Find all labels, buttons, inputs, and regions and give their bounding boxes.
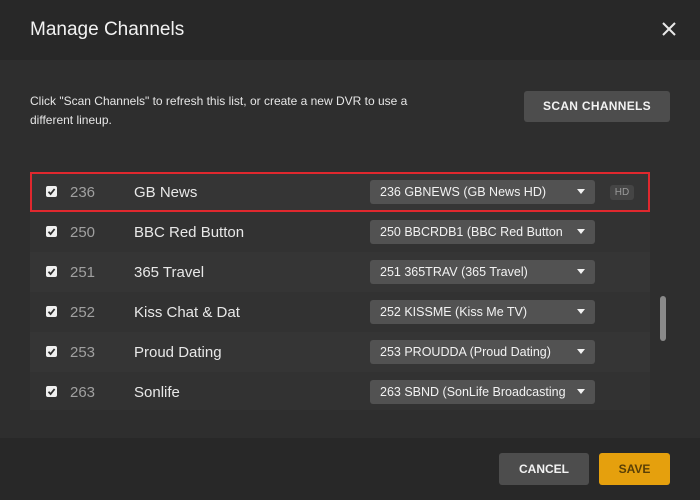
- chevron-down-icon: [577, 189, 585, 194]
- channel-row: 252 Kiss Chat & Dat 252 KISSME (Kiss Me TV…: [30, 292, 650, 332]
- channel-number: 253: [70, 344, 96, 361]
- channel-checkbox[interactable]: [46, 386, 57, 397]
- intro-text: Click "Scan Channels" to refresh this li…: [30, 94, 408, 127]
- channel-checkbox[interactable]: [46, 186, 57, 197]
- channel-checkbox[interactable]: [46, 306, 57, 317]
- cancel-button[interactable]: CANCEL: [499, 453, 589, 485]
- lineup-select[interactable]: 253 PROUDDA (Proud Dating): [370, 340, 595, 364]
- scan-channels-button[interactable]: SCAN CHANNELS: [524, 91, 670, 122]
- chevron-down-icon: [577, 229, 585, 234]
- lineup-select[interactable]: 251 365TRAV (365 Travel): [370, 260, 595, 284]
- lineup-select-value: 252 KISSME (Kiss Me TV): [380, 305, 528, 319]
- chevron-down-icon: [577, 269, 585, 274]
- channel-row: 250 BBC Red Button 250 BBCRDB1 (BBC Red Bu…: [30, 212, 650, 252]
- channel-row: 251 365 Travel 251 365TRAV (365 Travel): [30, 252, 650, 292]
- hd-badge: HD: [610, 185, 634, 200]
- lineup-select-value: 263 SBND (SonLife Broadcasting: [380, 385, 566, 399]
- channel-name: Sonlife: [134, 384, 180, 401]
- channel-number: 251: [70, 264, 96, 281]
- chevron-down-icon: [577, 309, 585, 314]
- dialog-title: Manage Channels: [30, 19, 185, 40]
- close-button[interactable]: [656, 16, 682, 42]
- channel-number: 263: [70, 384, 96, 401]
- checkbox-checked-icon: [47, 268, 56, 276]
- checkbox-checked-icon: [47, 388, 56, 396]
- manage-channels-dialog: Manage Channels Click "Scan Channels" to…: [0, 0, 700, 500]
- channel-name: Proud Dating: [134, 344, 222, 361]
- channel-name: Kiss Chat & Dat: [134, 304, 240, 321]
- lineup-select[interactable]: 236 GBNEWS (GB News HD): [370, 180, 595, 204]
- save-button[interactable]: SAVE: [599, 453, 670, 485]
- channel-row: 236 GB News 236 GBNEWS (GB News HD) HD: [30, 172, 650, 212]
- lineup-select[interactable]: 252 KISSME (Kiss Me TV): [370, 300, 595, 324]
- channel-number: 236: [70, 184, 96, 201]
- checkbox-checked-icon: [47, 348, 56, 356]
- channel-number: 250: [70, 224, 96, 241]
- lineup-select-value: 253 PROUDDA (Proud Dating): [380, 345, 551, 359]
- dialog-footer: CANCEL SAVE: [0, 438, 700, 500]
- lineup-select-value: 251 365TRAV (365 Travel): [380, 265, 528, 279]
- lineup-select[interactable]: 263 SBND (SonLife Broadcasting: [370, 380, 595, 404]
- checkbox-checked-icon: [47, 308, 56, 316]
- channel-name: GB News: [134, 184, 198, 201]
- lineup-select-value: 236 GBNEWS (GB News HD): [380, 185, 547, 199]
- list-scrollbar[interactable]: [660, 296, 666, 341]
- channel-name: BBC Red Button: [134, 224, 245, 241]
- chevron-down-icon: [577, 349, 585, 354]
- lineup-select-value: 250 BBCRDB1 (BBC Red Button: [380, 225, 563, 239]
- checkbox-checked-icon: [47, 228, 56, 236]
- lineup-select[interactable]: 250 BBCRDB1 (BBC Red Button: [370, 220, 595, 244]
- channel-checkbox[interactable]: [46, 346, 57, 357]
- channel-checkbox[interactable]: [46, 266, 57, 277]
- channel-list: 236 GB News 236 GBNEWS (GB News HD) HD 250 BB…: [30, 172, 650, 410]
- channel-name: 365 Travel: [134, 264, 205, 281]
- channel-checkbox[interactable]: [46, 226, 57, 237]
- chevron-down-icon: [577, 389, 585, 394]
- channel-row: 263 Sonlife 263 SBND (SonLife Broadcasting: [30, 372, 650, 410]
- channel-number: 252: [70, 304, 96, 321]
- checkbox-checked-icon: [47, 188, 56, 196]
- dialog-header: Manage Channels: [0, 0, 700, 60]
- close-icon: [662, 22, 676, 36]
- channel-row: 253 Proud Dating 253 PROUDDA (Proud Dating…: [30, 332, 650, 372]
